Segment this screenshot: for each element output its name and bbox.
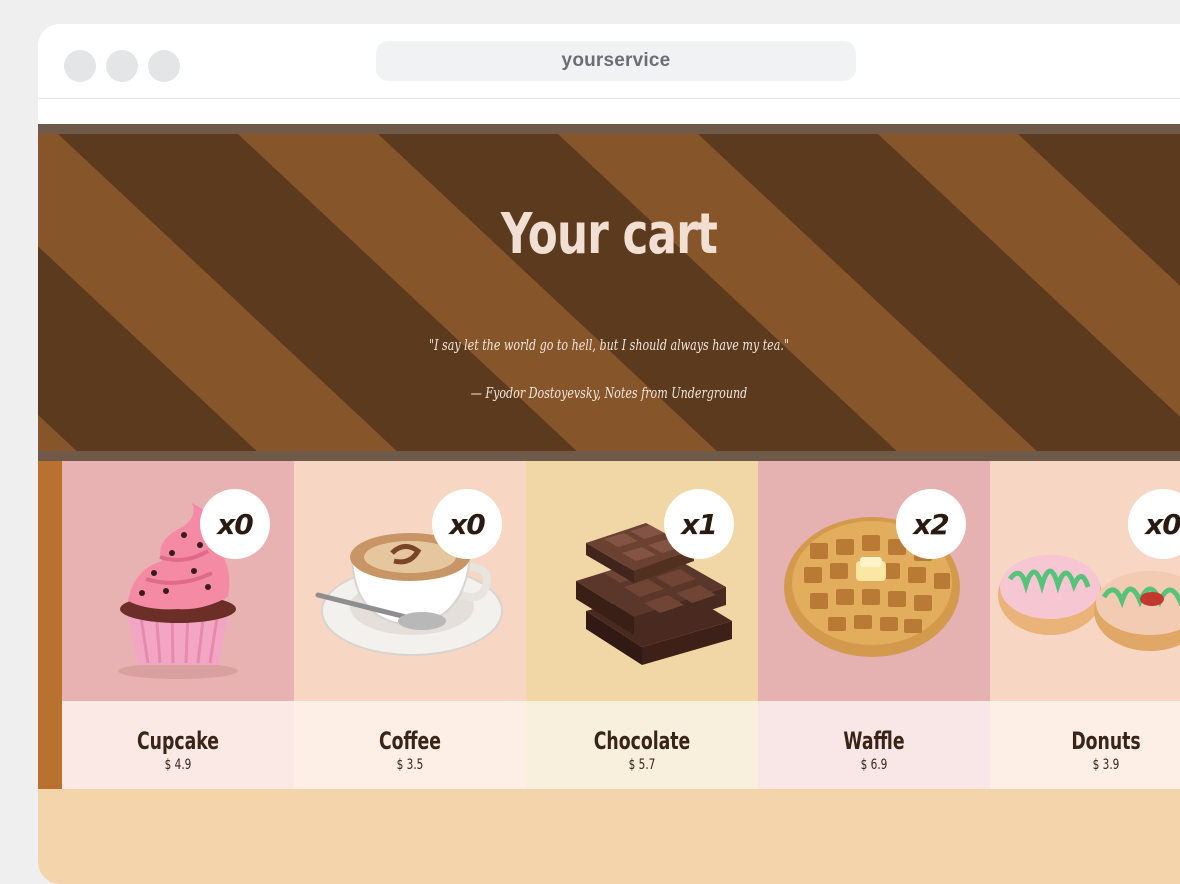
product-info: Cupcake $ 4.9 — [62, 701, 294, 789]
window-maximize-dot[interactable] — [148, 50, 180, 82]
address-bar[interactable]: yourservice — [376, 41, 856, 81]
quantity-badge: x2 — [896, 489, 966, 559]
hero-attribution: — Fyodor Dostoyevsky, Notes from Undergr… — [470, 384, 748, 402]
product-price: $ 3.5 — [396, 757, 424, 773]
product-card-waffle[interactable]: x2 Waffle $ 6.9 — [758, 461, 990, 789]
product-price: $ 5.7 — [628, 757, 656, 773]
product-list: x0 Cupcake $ 4.9 x0 Coffee $ 3.5 x1 Choc… — [38, 461, 1180, 789]
cart-header: Your cart "I say let the world go to hel… — [38, 124, 1180, 461]
product-price: $ 4.9 — [164, 757, 192, 773]
product-info: Donuts $ 3.9 — [990, 701, 1180, 789]
address-text: yourservice — [561, 50, 671, 71]
cart-footer — [38, 789, 1180, 884]
window-minimize-dot[interactable] — [106, 50, 138, 82]
browser-window: yourservice Your cart "I say let the wor… — [38, 24, 1180, 884]
product-name: Chocolate — [593, 727, 691, 755]
product-name: Waffle — [843, 727, 905, 755]
product-photo: x0 — [294, 461, 526, 701]
product-card-coffee[interactable]: x0 Coffee $ 3.5 — [294, 461, 526, 789]
window-close-dot[interactable] — [64, 50, 96, 82]
quantity-badge: x1 — [664, 489, 734, 559]
product-card-cupcake[interactable]: x0 Cupcake $ 4.9 — [62, 461, 294, 789]
product-info: Coffee $ 3.5 — [294, 701, 526, 789]
waffle-icon — [784, 517, 960, 657]
coffee-cup-icon — [315, 533, 503, 656]
hero-quote: "I say let the world go to hell, but I s… — [428, 336, 790, 354]
product-price: $ 6.9 — [860, 757, 888, 773]
product-card-chocolate[interactable]: x1 Chocolate $ 5.7 — [526, 461, 758, 789]
quantity-badge: x0 — [432, 489, 502, 559]
product-card-donuts[interactable]: x0 Donuts $ 3.9 — [990, 461, 1180, 789]
product-photo: x0 — [990, 461, 1180, 701]
product-photo: x0 — [62, 461, 294, 701]
product-name: Cupcake — [136, 727, 220, 755]
quantity-badge: x0 — [200, 489, 270, 559]
product-photo: x1 — [526, 461, 758, 701]
product-info: Chocolate $ 5.7 — [526, 701, 758, 789]
page-title: Your cart — [500, 202, 718, 267]
cupcake-icon — [118, 503, 238, 679]
product-info: Waffle $ 6.9 — [758, 701, 990, 789]
product-photo: x2 — [758, 461, 990, 701]
product-price: $ 3.9 — [1092, 757, 1120, 773]
product-name: Donuts — [1071, 727, 1141, 755]
browser-toolbar: yourservice — [38, 24, 1180, 99]
chocolate-icon — [576, 523, 732, 665]
product-name: Coffee — [378, 727, 441, 755]
